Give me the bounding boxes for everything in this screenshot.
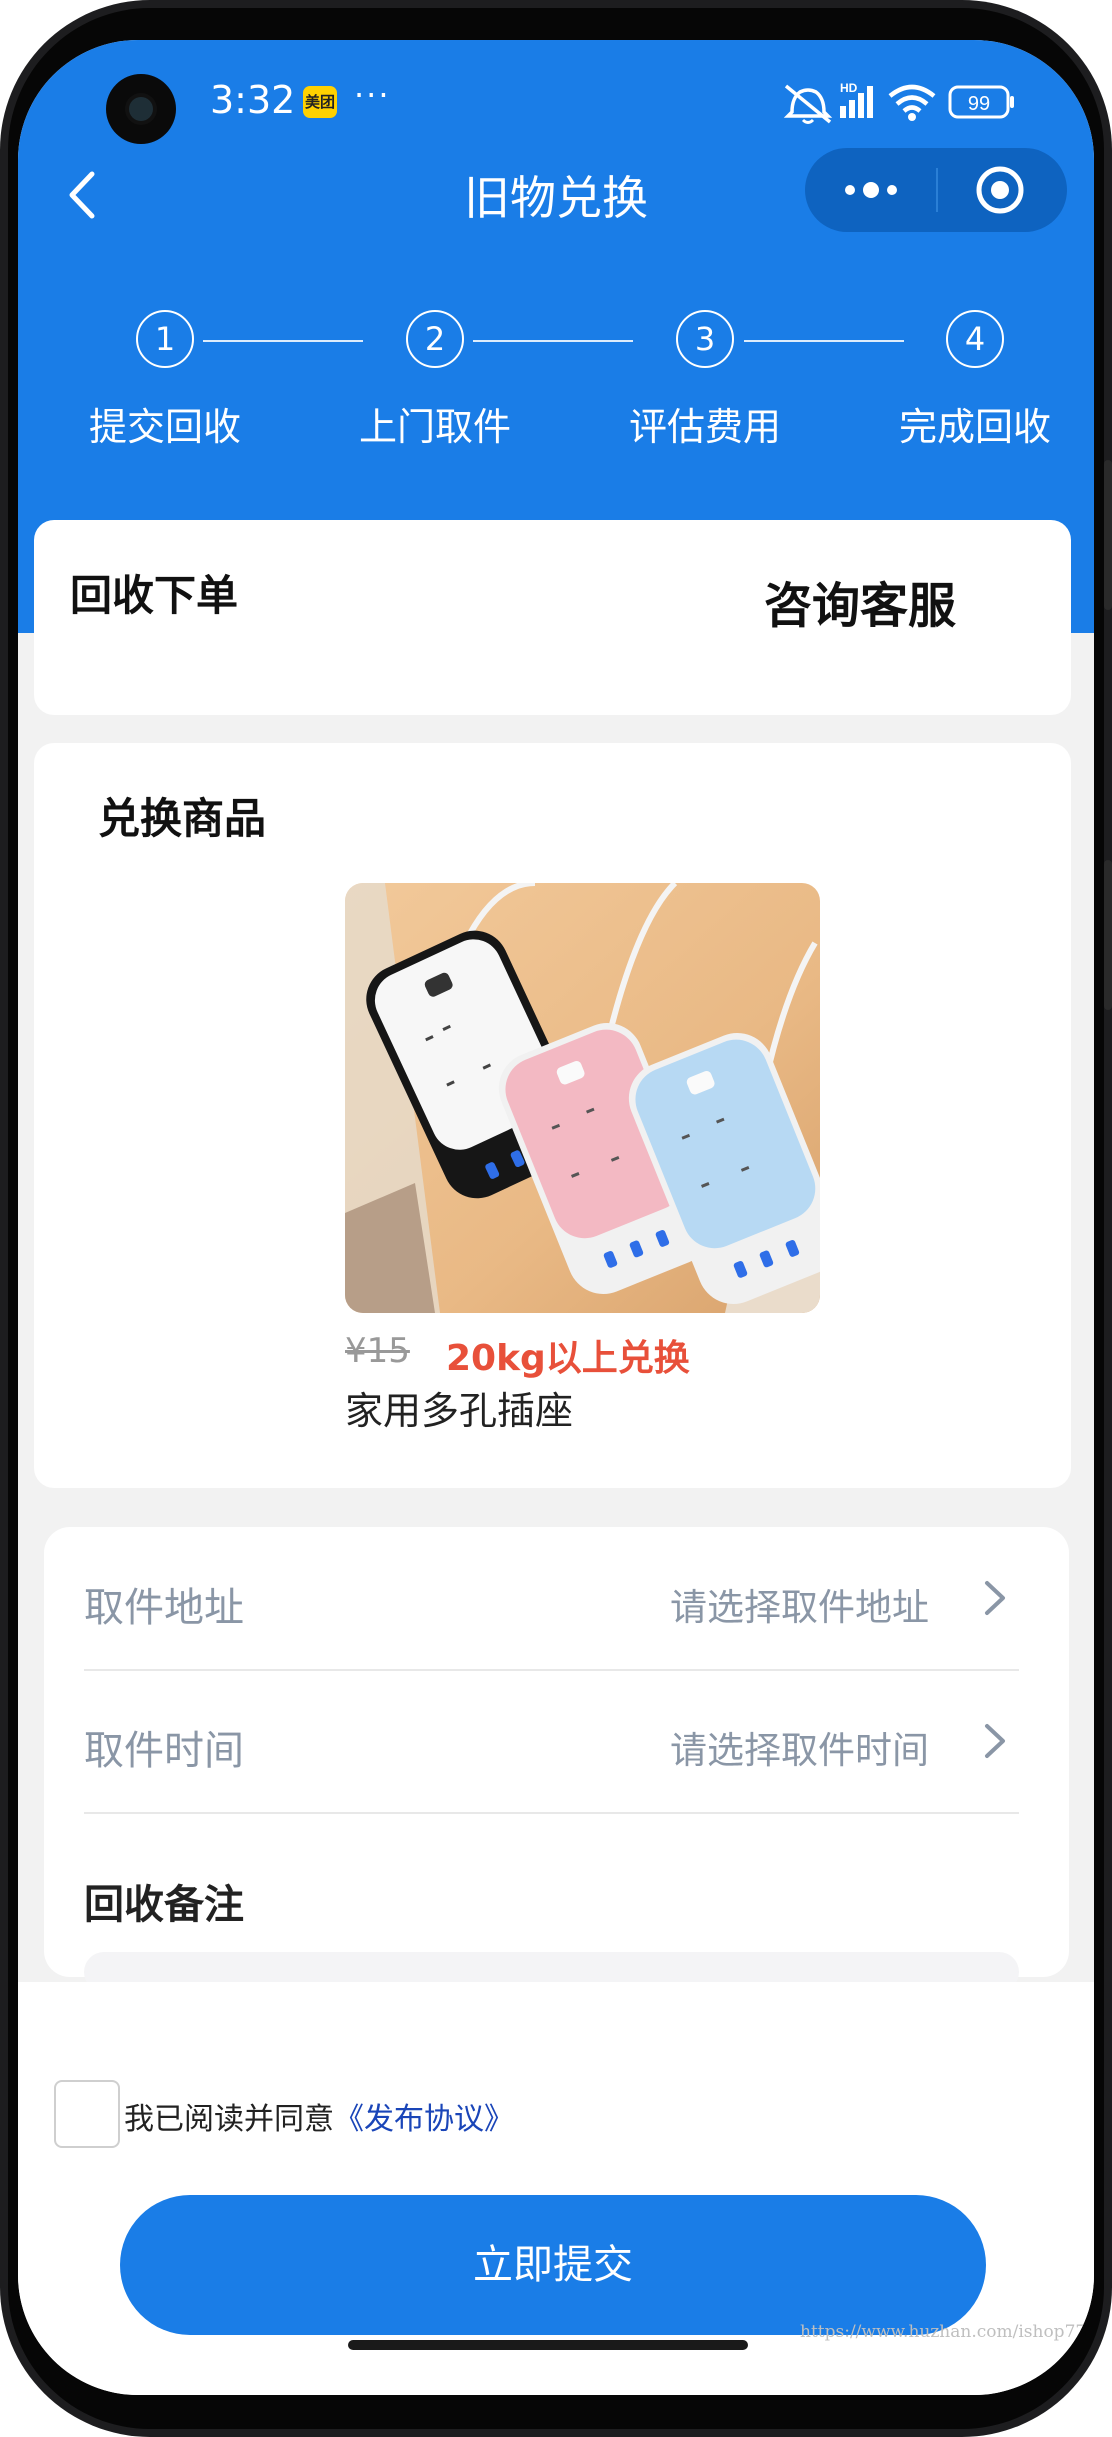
watermark: https://www.huzhan.com/ishop7751 [800,2322,1094,2342]
power-strip-product-image[interactable] [345,883,820,1313]
front-camera [106,74,176,144]
customer-service-button[interactable]: 咨询客服 [764,566,956,636]
battery-icon: 99 [948,85,1014,119]
pickup-time-row[interactable]: 取件时间 请选择取件时间 [84,1670,1019,1812]
more-icon[interactable] [805,148,936,232]
network-type-label: HD [840,81,858,95]
pickup-address-value: 请选择取件地址 [670,1586,929,1629]
pickup-form-card: 取件地址 请选择取件地址 取件时间 请选择取件时间 回收备注 [44,1527,1069,1992]
goods-name: 家用多孔插座 [345,1389,574,1433]
pickup-address-label: 取件地址 [84,1585,244,1631]
step-number: 4 [946,310,1004,368]
agreement-text: 我已阅读并同意《发布协议》 [124,2094,514,2138]
agreement-checkbox[interactable] [54,2080,120,2148]
step-number: 1 [136,310,194,368]
original-price: ¥15 [345,1331,410,1371]
step-number: 3 [676,310,734,368]
chevron-right-icon [985,1581,1005,1615]
remark-label: 回收备注 [84,1882,244,1928]
step-number: 2 [406,310,464,368]
step-submit: 1 提交回收 [55,310,275,451]
goods-card: 兑换商品 ¥15 20kg以上兑换 家用多孔插座 [34,743,1071,1488]
status-icons: HD 99 [783,81,1014,124]
home-indicator[interactable] [348,2340,748,2350]
battery-level: 99 [968,93,990,115]
meituan-app-icon: 美团 [303,86,337,118]
step-evaluate: 3 评估费用 [595,310,815,451]
bottom-action-bar: 我已阅读并同意《发布协议》 立即提交 https://www.huzhan.co… [18,1982,1094,2395]
order-card: 回收下单 咨询客服 [34,520,1071,715]
close-miniapp-icon[interactable] [938,148,1067,232]
wifi-icon [888,84,936,121]
mute-bell-icon [783,84,833,124]
volume-button [1104,860,1112,1010]
step-label: 上门取件 [358,405,511,449]
exchange-condition: 20kg以上兑换 [446,1338,690,1379]
chevron-right-icon [985,1724,1005,1758]
phone-frame: 3:32 美团 ··· HD 99 旧物兑换 1 提交回收 2 上门取件 3 评… [0,0,1112,2437]
step-pickup: 2 上门取件 [325,310,545,451]
goods-card-title: 兑换商品 [98,794,267,843]
power-button [1104,460,1112,610]
submit-button[interactable]: 立即提交 [120,2195,986,2335]
screen: 3:32 美团 ··· HD 99 旧物兑换 1 提交回收 2 上门取件 3 评… [18,40,1094,2395]
step-complete: 4 完成回收 [865,310,1085,451]
pickup-time-value: 请选择取件时间 [670,1729,929,1772]
miniapp-capsule [805,148,1067,232]
pickup-time-label: 取件时间 [84,1728,244,1774]
status-more-dots: ··· [354,76,391,114]
step-label: 提交回收 [88,405,241,449]
agreement-prefix: 我已阅读并同意 [124,2102,334,2137]
order-card-title: 回收下单 [70,571,239,620]
pickup-address-row[interactable]: 取件地址 请选择取件地址 [84,1527,1019,1669]
agreement-link[interactable]: 《发布协议》 [334,2102,514,2137]
signal-icon: HD [840,81,873,118]
step-label: 完成回收 [898,405,1051,449]
form-divider [84,1812,1019,1814]
step-label: 评估费用 [628,405,781,449]
status-time: 3:32 [210,78,296,122]
